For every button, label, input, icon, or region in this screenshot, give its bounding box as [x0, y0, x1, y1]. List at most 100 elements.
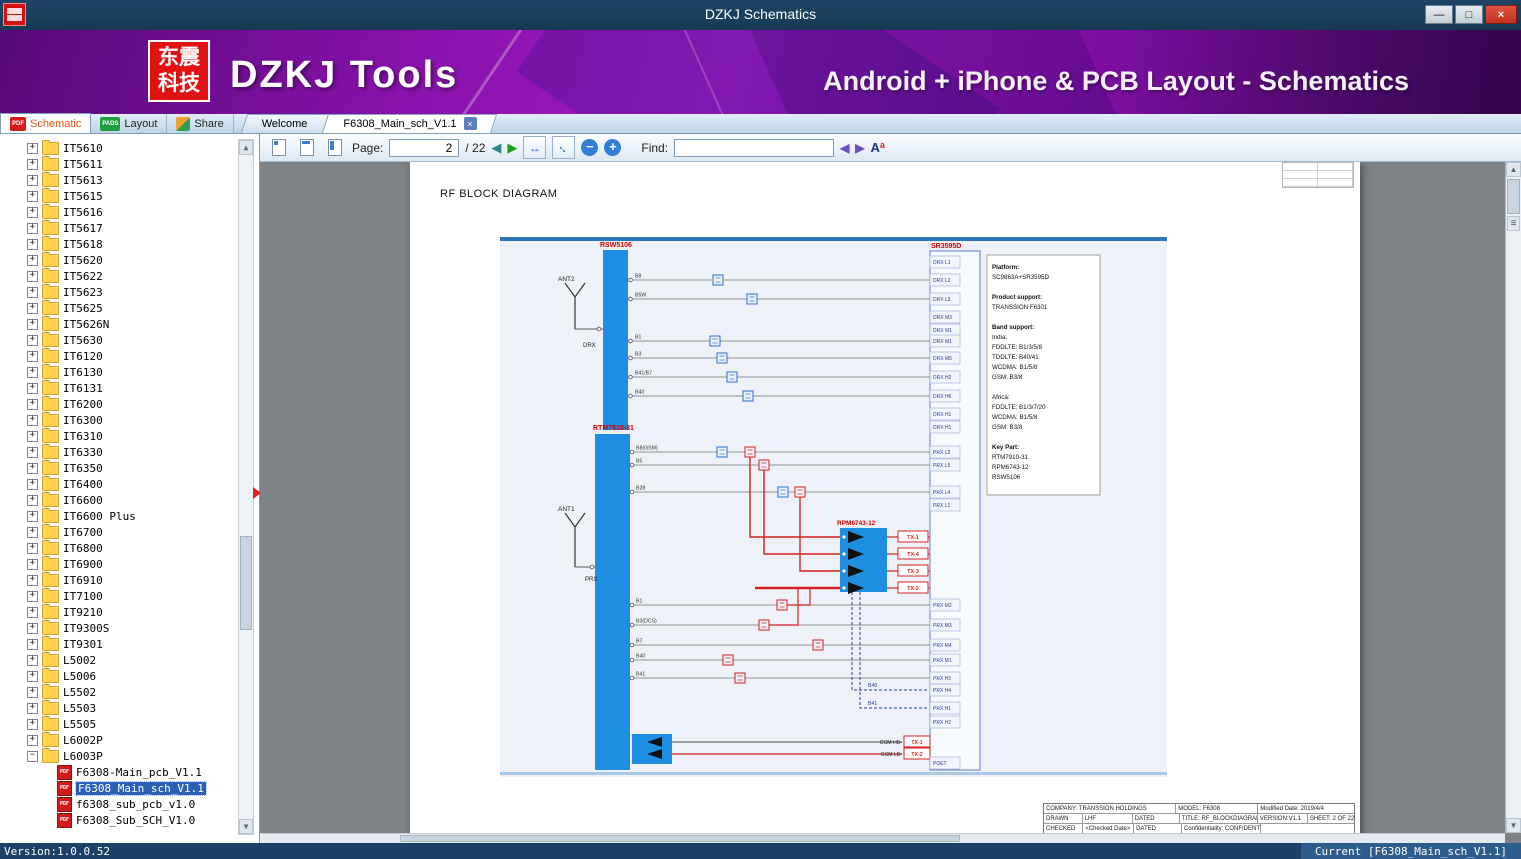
tree-folder-item[interactable]: + IT5613	[0, 171, 259, 188]
tree-folder-item[interactable]: + IT9300S	[0, 619, 259, 636]
tree-folder-item[interactable]: + IT6120	[0, 347, 259, 364]
zoom-out-icon[interactable]: −	[581, 139, 599, 156]
expand-icon[interactable]: +	[27, 542, 38, 554]
tree-file-item[interactable]: PDF f6308_sub_pcb_v1.0	[0, 796, 259, 812]
expand-icon[interactable]: +	[27, 430, 38, 442]
expand-icon[interactable]: +	[27, 622, 38, 634]
match-case-icon[interactable]: Aa	[871, 141, 885, 155]
tree-file-item[interactable]: PDF F6308-Main_pcb_V1.1	[0, 764, 259, 780]
expand-icon[interactable]: +	[27, 590, 38, 602]
splitter-collapse-icon[interactable]	[253, 487, 261, 499]
tree-folder-item[interactable]: + IT6200	[0, 395, 259, 412]
tree-folder-item[interactable]: + IT5610	[0, 139, 259, 156]
tree-folder-item[interactable]: + IT5617	[0, 219, 259, 236]
sidebar-scrollbar[interactable]: ▲ ▼	[238, 139, 254, 835]
expand-icon[interactable]: +	[27, 302, 38, 314]
expand-icon[interactable]: +	[27, 414, 38, 426]
tree-folder-item[interactable]: + L5503	[0, 699, 259, 716]
expand-icon[interactable]: +	[27, 462, 38, 474]
tree-folder-item[interactable]: + IT6600 Plus	[0, 507, 259, 524]
prev-page-icon[interactable]: ◀	[491, 140, 501, 156]
expand-icon[interactable]: +	[27, 606, 38, 618]
tree-folder-item[interactable]: + IT5616	[0, 203, 259, 220]
tree-folder-item[interactable]: + IT6910	[0, 571, 259, 588]
tree-folder-item[interactable]: + IT6131	[0, 379, 259, 396]
tree-folder-item[interactable]: + IT9301	[0, 635, 259, 652]
tree-folder-item[interactable]: + IT9210	[0, 603, 259, 620]
expand-icon[interactable]: +	[27, 574, 38, 586]
fit-page-icon[interactable]: ↔	[552, 136, 576, 159]
viewer-scrollbar[interactable]: ▲ ≡ ▼	[1505, 162, 1521, 833]
tree-file-item[interactable]: PDF F6308_Main_sch_V1.1	[0, 780, 259, 796]
expand-icon[interactable]: +	[27, 734, 38, 746]
maximize-button[interactable]: □	[1455, 5, 1483, 24]
tree-file-item[interactable]: PDF F6308_Sub_SCH_V1.0	[0, 812, 259, 828]
expand-icon[interactable]: +	[27, 702, 38, 714]
tree-folder-item[interactable]: + IT5625	[0, 299, 259, 316]
expand-icon[interactable]: +	[27, 718, 38, 730]
expand-icon[interactable]: +	[27, 158, 38, 170]
tree-folder-item[interactable]: + IT6400	[0, 475, 259, 492]
expand-icon[interactable]: +	[27, 174, 38, 186]
tree-folder-item[interactable]: + IT6600	[0, 491, 259, 508]
expand-icon[interactable]: +	[27, 318, 38, 330]
tree-folder-item[interactable]: + L5006	[0, 667, 259, 684]
expand-icon[interactable]: +	[27, 254, 38, 266]
find-prev-icon[interactable]: ◀	[840, 141, 849, 155]
tree-folder-item[interactable]: + IT6310	[0, 427, 259, 444]
expand-icon[interactable]: +	[27, 686, 38, 698]
page-view-facing-icon[interactable]	[296, 137, 318, 159]
tab-layout[interactable]: PADS Layout	[91, 114, 168, 133]
tree-folder-item[interactable]: + IT5615	[0, 187, 259, 204]
tab-schematic[interactable]: PDF Schematic	[0, 113, 92, 133]
document-viewer[interactable]: RF BLOCK DIAGRAM SR3595D RSW5106 RTM7910-3…	[260, 162, 1521, 843]
expand-icon[interactable]: +	[27, 366, 38, 378]
expand-icon[interactable]: +	[27, 270, 38, 282]
horizontal-scrollbar[interactable]	[260, 833, 1505, 843]
expand-icon[interactable]: +	[27, 222, 38, 234]
expand-icon[interactable]: +	[27, 286, 38, 298]
tree-folder-item[interactable]: + IT5620	[0, 251, 259, 268]
scroll-down-icon[interactable]: ▼	[239, 819, 253, 834]
expand-icon[interactable]: +	[27, 510, 38, 522]
tree-folder-item[interactable]: + L6002P	[0, 731, 259, 748]
tree-folder-item[interactable]: + IT6900	[0, 555, 259, 572]
tree-folder-item[interactable]: + L5502	[0, 683, 259, 700]
tree-folder-item[interactable]: + IT6130	[0, 363, 259, 380]
close-button[interactable]: ×	[1485, 5, 1517, 24]
tree-folder-item[interactable]: + IT5611	[0, 155, 259, 172]
minimize-button[interactable]: —	[1425, 5, 1453, 24]
expand-icon[interactable]: +	[27, 190, 38, 202]
expand-icon[interactable]: +	[27, 446, 38, 458]
find-input[interactable]	[674, 138, 835, 157]
expand-icon[interactable]: +	[27, 494, 38, 506]
scrollbar-menu-icon[interactable]: ≡	[1507, 216, 1520, 231]
scroll-up-icon[interactable]: ▲	[239, 140, 253, 155]
page-view-continuous-icon[interactable]	[324, 137, 346, 159]
expand-icon[interactable]: +	[27, 478, 38, 490]
page-input[interactable]	[389, 138, 460, 157]
tree-folder-item[interactable]: + IT6800	[0, 539, 259, 556]
expand-icon[interactable]: +	[27, 526, 38, 538]
tree-folder-item[interactable]: + L5505	[0, 715, 259, 732]
viewer-scroll-down-icon[interactable]: ▼	[1506, 818, 1521, 833]
expand-icon[interactable]: +	[27, 206, 38, 218]
tree-folder-item-expanded[interactable]: − L6003P	[0, 747, 259, 764]
expand-icon[interactable]: +	[27, 334, 38, 346]
tab-share[interactable]: Share	[167, 114, 234, 133]
expand-icon[interactable]: +	[27, 238, 38, 250]
page-view-single-icon[interactable]	[268, 137, 290, 159]
expand-icon[interactable]: +	[27, 398, 38, 410]
fit-width-icon[interactable]: ↔	[523, 136, 547, 159]
tree-folder-item[interactable]: + IT5622	[0, 267, 259, 284]
collapse-icon[interactable]: −	[27, 750, 38, 762]
horizontal-scrollbar-thumb[interactable]	[400, 835, 960, 842]
expand-icon[interactable]: +	[27, 654, 38, 666]
tree-folder-item[interactable]: + IT6350	[0, 459, 259, 476]
tree-folder-item[interactable]: + IT5618	[0, 235, 259, 252]
sidebar-scrollbar-thumb[interactable]	[240, 535, 252, 630]
tab-f6308-main-sch[interactable]: F6308_Main_sch_V1.1 ×	[325, 114, 494, 133]
expand-icon[interactable]: +	[27, 350, 38, 362]
tree-folder-item[interactable]: + IT6300	[0, 411, 259, 428]
expand-icon[interactable]: +	[27, 142, 38, 154]
